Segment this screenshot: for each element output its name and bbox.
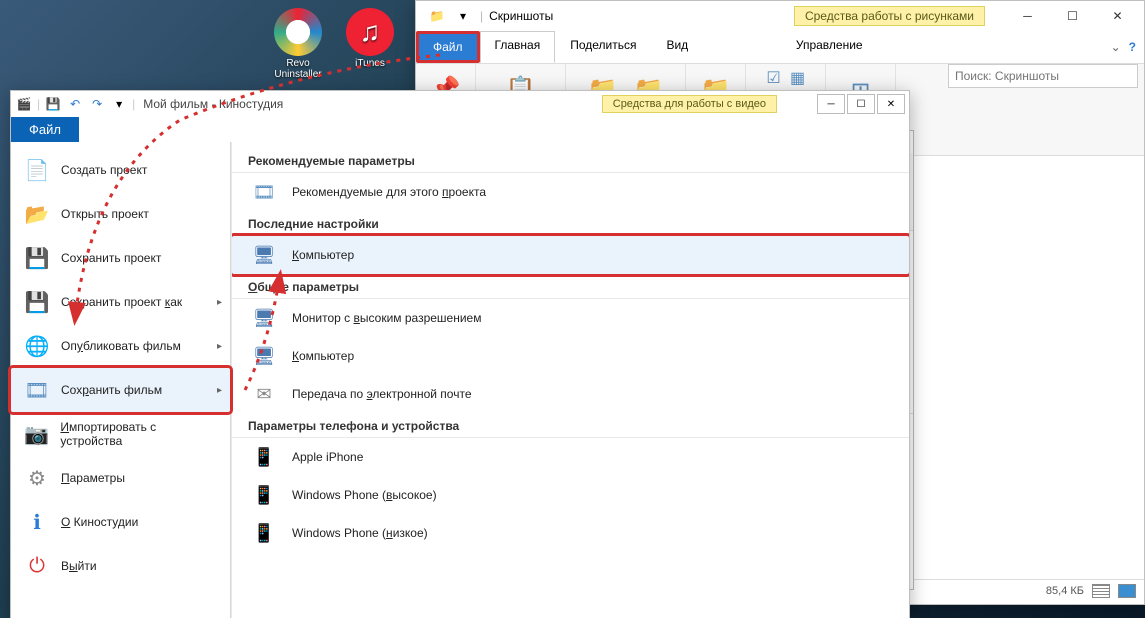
menu-publish-film[interactable]: 🌐Опубликовать фильм▸: [11, 324, 230, 368]
save-icon: 💾: [23, 244, 51, 272]
saveas-icon: 💾: [23, 288, 51, 316]
minimize-button[interactable]: ─: [1005, 2, 1050, 30]
menu-about[interactable]: ℹО Киностудии: [11, 500, 230, 544]
open-icon: 📂: [23, 200, 51, 228]
folder-icon: 📁: [426, 5, 448, 27]
film-icon: 🎞: [23, 376, 51, 404]
explorer-titlebar: 📁 ▾ | Скриншоты Средства работы с рисунк…: [416, 1, 1144, 31]
moviemaker-titlebar: 🎬 | 💾 ↶ ↷ ▾ | Мой фильм - Киностудия Сре…: [11, 91, 909, 117]
desktop-icon-label: iTunes: [355, 58, 385, 69]
help-icon[interactable]: ?: [1129, 40, 1136, 54]
film-icon: 🎞: [248, 179, 280, 205]
app-icon: 🎬: [15, 95, 33, 113]
tab-home[interactable]: Главная: [480, 31, 556, 63]
chevron-right-icon: ▸: [217, 297, 222, 308]
video-tools-tab[interactable]: Средства для работы с видео: [602, 95, 777, 113]
menu-open-project[interactable]: 📂Открыть проект: [11, 192, 230, 236]
phone-icon: 📱: [248, 444, 280, 470]
menu-create-project[interactable]: 📄Создать проект: [11, 148, 230, 192]
section-recommended: Рекомендуемые параметры: [232, 148, 909, 173]
moviemaker-window: 🎬 | 💾 ↶ ↷ ▾ | Мой фильм - Киностудия Сре…: [10, 90, 910, 618]
tab-manage[interactable]: Управление: [781, 31, 878, 63]
search-box[interactable]: [948, 64, 1138, 88]
search-input[interactable]: [948, 64, 1138, 88]
desktop-icon-itunes[interactable]: ♫ iTunes: [340, 8, 400, 69]
close-button[interactable]: ✕: [877, 94, 905, 114]
maximize-button[interactable]: ☐: [847, 94, 875, 114]
opt-recommended-project[interactable]: 🎞Рекомендуемые для этого проекта: [232, 173, 909, 211]
contextual-tab[interactable]: Средства работы с рисунками: [794, 6, 985, 26]
tab-share[interactable]: Поделиться: [555, 31, 651, 63]
save-icon[interactable]: 💾: [44, 95, 62, 113]
undo-icon[interactable]: ↶: [66, 95, 84, 113]
camera-icon: 📷: [23, 420, 50, 448]
envelope-icon: ✉: [248, 381, 280, 407]
new-icon: 📄: [23, 156, 51, 184]
menu-parameters[interactable]: ⚙Параметры: [11, 456, 230, 500]
ribbon-tabs: Файл Главная Поделиться Вид Управление ⌄…: [416, 31, 1144, 64]
chevron-right-icon: ▸: [217, 385, 222, 396]
menu-save-project[interactable]: 💾Сохранить проект: [11, 236, 230, 280]
tab-file[interactable]: Файл: [11, 117, 79, 142]
qat-dropdown-icon[interactable]: ▾: [110, 95, 128, 113]
desktop-icon-label: Revo Uninstaller: [274, 58, 321, 80]
opt-hires[interactable]: 🖥Монитор с высоким разрешением: [232, 299, 909, 337]
status-size: 85,4 КБ: [1046, 585, 1084, 597]
properties-icon[interactable]: ☑: [764, 68, 784, 88]
menu-exit[interactable]: ⏻Выйти: [11, 544, 230, 588]
tab-view[interactable]: Вид: [651, 31, 703, 63]
thumbnails-view-icon[interactable]: [1118, 584, 1136, 598]
exit-icon: ⏻: [23, 552, 51, 580]
section-phone: Параметры телефона и устройства: [232, 413, 909, 438]
tab-file[interactable]: Файл: [416, 31, 480, 63]
chevron-right-icon: ▸: [217, 341, 222, 352]
window-title: Мой фильм - Киностудия: [135, 97, 602, 111]
maximize-button[interactable]: ☐: [1050, 2, 1095, 30]
details-view-icon[interactable]: [1092, 584, 1110, 598]
itunes-icon: ♫: [346, 8, 394, 56]
opt-computer[interactable]: 🖥Компьютер: [232, 236, 909, 274]
close-button[interactable]: ✕: [1095, 2, 1140, 30]
globe-icon: 🌐: [23, 332, 51, 360]
monitor-icon: 🖥: [248, 242, 280, 268]
file-menu-left: 📄Создать проект 📂Открыть проект 💾Сохрани…: [11, 142, 231, 618]
expand-ribbon-icon[interactable]: ⌄: [1111, 40, 1121, 54]
opt-windows-phone-lo[interactable]: 📱Windows Phone (низкое): [232, 514, 909, 552]
menu-save-film[interactable]: 🎞Сохранить фильм▸: [11, 368, 230, 412]
menu-save-project-as[interactable]: 💾Сохранить проект как▸: [11, 280, 230, 324]
redo-icon[interactable]: ↷: [88, 95, 106, 113]
gear-icon: ⚙: [23, 464, 51, 492]
opt-iphone[interactable]: 📱Apple iPhone: [232, 438, 909, 476]
phone-icon: 📱: [248, 482, 280, 508]
monitor-hd-icon: 🖥: [248, 305, 280, 331]
desktop-icon-revo[interactable]: Revo Uninstaller: [268, 8, 328, 80]
phone-icon: 📱: [248, 520, 280, 546]
opt-email[interactable]: ✉Передача по электронной почте: [232, 375, 909, 413]
opt-computer-2[interactable]: 🖥Компьютер: [232, 337, 909, 375]
section-recent: Последние настройки: [232, 211, 909, 236]
open-icon[interactable]: ▦: [788, 68, 808, 88]
info-icon: ℹ: [23, 508, 51, 536]
revo-icon: [274, 8, 322, 56]
monitor-icon: 🖥: [248, 343, 280, 369]
opt-windows-phone-hi[interactable]: 📱Windows Phone (высокое): [232, 476, 909, 514]
qat-dropdown-icon[interactable]: ▾: [452, 5, 474, 27]
file-menu: 📄Создать проект 📂Открыть проект 💾Сохрани…: [11, 142, 909, 618]
menu-import-device[interactable]: 📷Импортировать с устройства: [11, 412, 230, 456]
window-title: Скриншоты: [483, 9, 794, 23]
section-common: Общие параметры: [232, 274, 909, 299]
file-menu-right: Рекомендуемые параметры 🎞Рекомендуемые д…: [231, 142, 909, 618]
minimize-button[interactable]: ─: [817, 94, 845, 114]
